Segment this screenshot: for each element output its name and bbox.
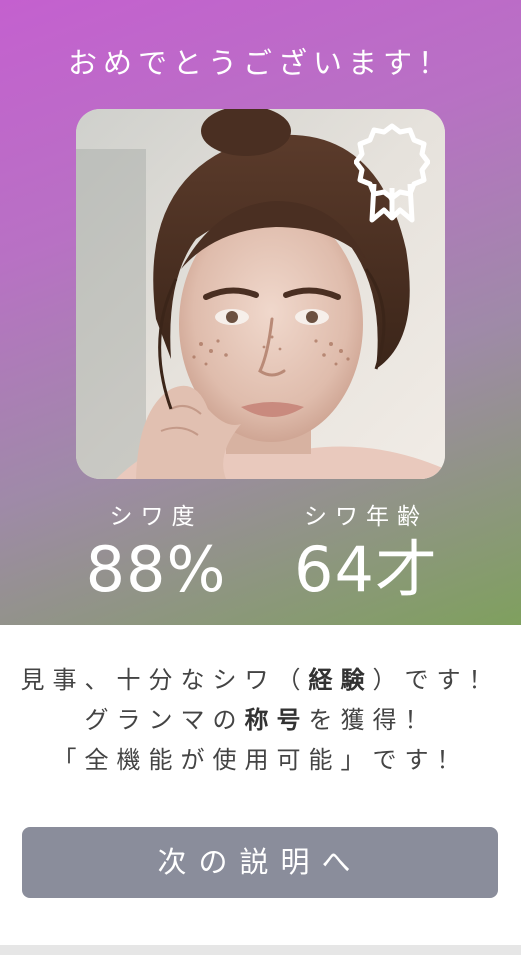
wrinkle-age-label: シワ年齢 [304, 504, 428, 530]
message-line-3: 「全機能が使用可能」です！ [52, 746, 469, 774]
wrinkle-age-value: 64才 [294, 533, 438, 606]
wrinkle-degree-value: 88% [85, 533, 227, 606]
message-line-2-pre: グランマの [84, 706, 245, 734]
result-message: 見事、十分なシワ（経験）です！ グランマの称号を獲得！ 「全機能が使用可能」です… [0, 660, 521, 780]
next-explanation-button[interactable]: 次の説明へ [22, 827, 498, 898]
message-line-1-pre: 見事、十分なシワ（ [20, 666, 309, 694]
congrats-heading: おめでとうございます！ [67, 46, 453, 80]
wrinkle-degree-label: シワ度 [109, 504, 203, 530]
wrinkle-degree-stat: シワ度 88% [46, 500, 266, 606]
bottom-divider [0, 945, 521, 955]
stats-row: シワ度 88% シワ年齢 64才 [0, 500, 521, 610]
award-ribbon-icon [353, 122, 431, 226]
result-hero: おめでとうございます！ シワ度 88% シワ年齢 64才 [0, 0, 521, 625]
message-line-2-bold: 称号 [244, 706, 309, 734]
message-line-1-bold: 経験 [308, 666, 373, 694]
message-line-2: グランマの称号を獲得！ [0, 700, 521, 740]
result-screen: おめでとうございます！ シワ度 88% シワ年齢 64才 見事、十分なシワ（経験… [0, 0, 521, 955]
message-line-2-post: を獲得！ [308, 706, 437, 734]
message-line-1: 見事、十分なシワ（経験）です！ [0, 660, 521, 700]
message-line-1-post: ）です！ [372, 666, 501, 694]
wrinkle-age-stat: シワ年齢 64才 [256, 500, 476, 606]
